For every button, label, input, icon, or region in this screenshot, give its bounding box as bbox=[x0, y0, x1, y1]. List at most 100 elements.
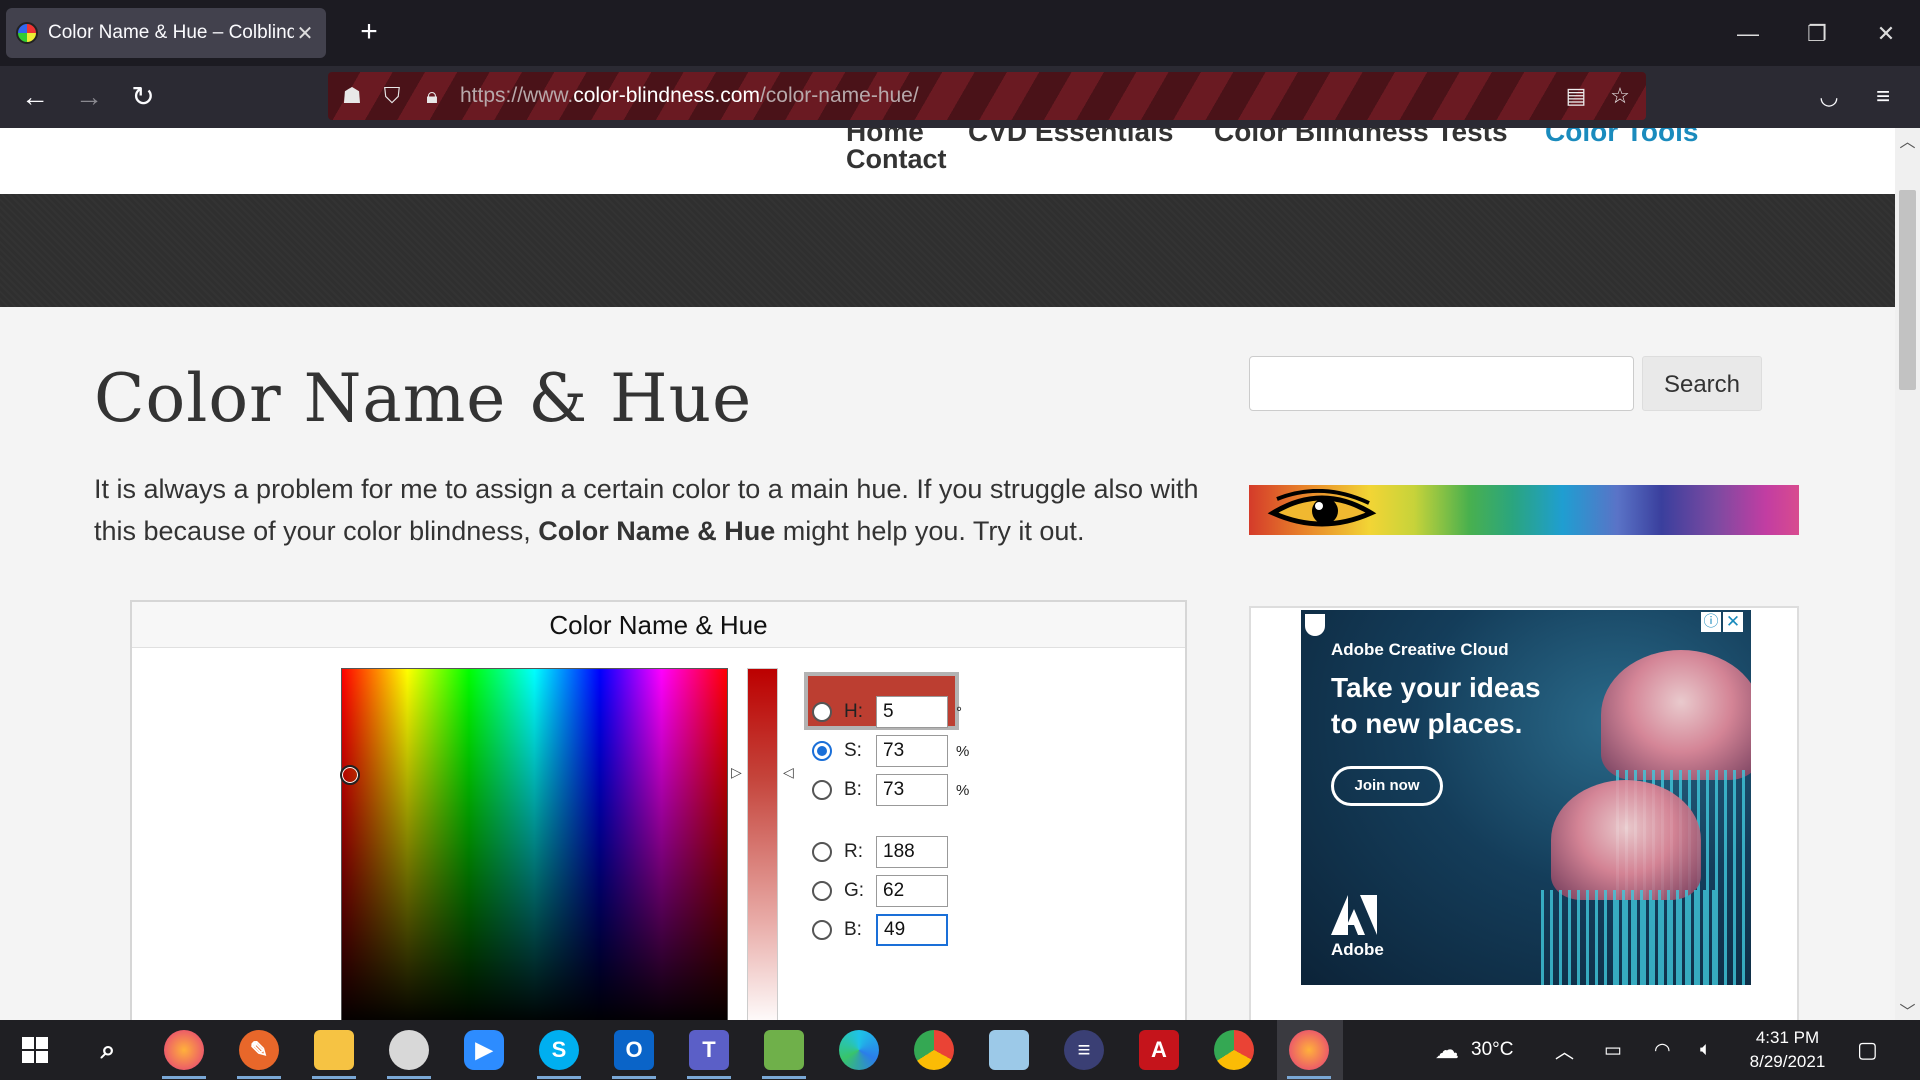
field-row-saturation: S: % bbox=[812, 735, 969, 767]
scroll-down-icon[interactable]: ﹀ bbox=[1895, 998, 1920, 1022]
radio-green[interactable] bbox=[812, 881, 832, 901]
ad-close-icon[interactable]: ✕ bbox=[1723, 612, 1743, 632]
clock[interactable]: 4:31 PM 8/29/2021 bbox=[1740, 1026, 1835, 1074]
firefox-icon[interactable] bbox=[1289, 1030, 1329, 1070]
bookmark-star-icon[interactable]: ☆ bbox=[1604, 80, 1636, 112]
ad-logo-text: Adobe bbox=[1331, 940, 1384, 959]
header-band bbox=[0, 194, 1895, 307]
outlook-icon[interactable]: O bbox=[614, 1030, 654, 1070]
show-hidden-icons-icon[interactable]: ︿ bbox=[1555, 1020, 1574, 1080]
radio-hue[interactable] bbox=[812, 702, 832, 722]
pocket-icon[interactable]: ◡ bbox=[1808, 76, 1850, 118]
adobe-logo-icon bbox=[1331, 895, 1377, 935]
adobe-ad[interactable]: ⓘ ✕ Adobe Creative Cloud Take your ideas… bbox=[1301, 610, 1751, 985]
scroll-up-icon[interactable]: ︿ bbox=[1895, 128, 1920, 152]
radio-red[interactable] bbox=[812, 842, 832, 862]
ad-join-button[interactable]: Join now bbox=[1331, 766, 1443, 806]
chrome-icon[interactable] bbox=[914, 1030, 954, 1070]
page-viewport: Home CVD Essentials Color Blindness Test… bbox=[0, 128, 1895, 1020]
image-editor-icon[interactable] bbox=[764, 1030, 804, 1070]
acrobat-icon[interactable]: A bbox=[1139, 1030, 1179, 1070]
search-icon[interactable]: ⌕ bbox=[88, 1030, 128, 1070]
ad-container: ⓘ ✕ Adobe Creative Cloud Take your ideas… bbox=[1249, 606, 1799, 1020]
saturation-brightness-area[interactable] bbox=[340, 668, 728, 1020]
nav-cvd-essentials[interactable]: CVD Essentials bbox=[968, 128, 1173, 148]
colblindor-banner[interactable] bbox=[1249, 485, 1799, 535]
field-label: G: bbox=[844, 880, 865, 901]
red-input[interactable] bbox=[876, 836, 948, 868]
nav-contact[interactable]: Contact bbox=[846, 144, 947, 175]
notes-icon[interactable] bbox=[989, 1030, 1029, 1070]
hue-input[interactable] bbox=[876, 696, 948, 728]
nav-color-tools[interactable]: Color Tools bbox=[1545, 128, 1698, 148]
nav-color-blindness-tests[interactable]: Color Blindness Tests bbox=[1214, 128, 1508, 148]
battery-icon[interactable]: ▭ bbox=[1604, 1020, 1622, 1080]
file-explorer-icon[interactable] bbox=[314, 1030, 354, 1070]
weather-widget[interactable]: ☁ 30°C bbox=[1435, 1020, 1513, 1080]
close-window-button[interactable]: ✕ bbox=[1866, 14, 1906, 54]
ad-choices-icon[interactable] bbox=[1305, 614, 1325, 636]
back-arrow-icon[interactable]: ← bbox=[14, 76, 56, 118]
green-input[interactable] bbox=[876, 875, 948, 907]
wifi-icon[interactable]: ◠ bbox=[1654, 1020, 1671, 1080]
page-title: Color Name & Hue bbox=[94, 360, 753, 437]
scroll-thumb[interactable] bbox=[1899, 190, 1916, 390]
search-button[interactable]: Search bbox=[1642, 356, 1762, 411]
minimize-button[interactable]: — bbox=[1728, 14, 1768, 54]
windows-taskbar: ⌕ ✎ ▶ S O T ≡ A ☁ 30°C ︿ ▭ ◠ 🔈︎ 4:31 PM … bbox=[0, 1020, 1920, 1080]
running-indicator bbox=[762, 1076, 806, 1079]
slider-arrow-left-icon[interactable]: ▷ bbox=[731, 764, 742, 781]
blue-input[interactable] bbox=[876, 914, 948, 946]
forward-arrow-icon[interactable]: → bbox=[68, 76, 110, 118]
reload-icon[interactable]: ↻ bbox=[122, 76, 164, 118]
field-row-blue: B: bbox=[812, 914, 948, 946]
slider-arrow-right-icon[interactable]: ◁ bbox=[783, 764, 794, 781]
tracking-protection-icon[interactable]: ☗ bbox=[332, 83, 372, 109]
saturation-input[interactable] bbox=[876, 735, 948, 767]
zoom-icon[interactable]: ▶ bbox=[464, 1030, 504, 1070]
address-bar[interactable]: ☗ ⛉ 🔒︎ https://www.color-blindness.com/c… bbox=[328, 72, 1646, 120]
running-indicator bbox=[612, 1076, 656, 1079]
restore-button[interactable]: ❐ bbox=[1797, 14, 1837, 54]
cloud-icon: ☁ bbox=[1435, 1036, 1459, 1064]
paint-icon[interactable] bbox=[389, 1030, 429, 1070]
field-label: B: bbox=[844, 919, 862, 940]
clock-date: 8/29/2021 bbox=[1749, 1052, 1826, 1071]
close-tab-icon[interactable]: ✕ bbox=[294, 21, 316, 46]
ad-headline: Take your ideas to new places. bbox=[1331, 672, 1541, 739]
edge-icon[interactable] bbox=[839, 1030, 879, 1070]
lock-icon[interactable]: 🔒︎ bbox=[412, 83, 452, 109]
search-input[interactable] bbox=[1249, 356, 1634, 411]
site-navigation: Home CVD Essentials Color Blindness Test… bbox=[0, 128, 1895, 194]
field-row-brightness: B: % bbox=[812, 774, 969, 806]
brightness-input[interactable] bbox=[876, 774, 948, 806]
skype-icon[interactable]: S bbox=[539, 1030, 579, 1070]
field-row-hue: H: ° bbox=[812, 696, 962, 728]
eclipse-icon[interactable]: ≡ bbox=[1064, 1030, 1104, 1070]
ad-info-icon[interactable]: ⓘ bbox=[1701, 612, 1721, 632]
radio-blue[interactable] bbox=[812, 920, 832, 940]
hamburger-menu-icon[interactable]: ≡ bbox=[1862, 76, 1904, 118]
shield-icon[interactable]: ⛉ bbox=[372, 83, 412, 109]
weather-temp: 30°C bbox=[1471, 1039, 1514, 1060]
color-cursor[interactable] bbox=[340, 765, 360, 785]
field-label: R: bbox=[844, 841, 863, 862]
running-indicator bbox=[387, 1076, 431, 1079]
windows-start-icon[interactable] bbox=[15, 1030, 55, 1070]
volume-icon[interactable]: 🔈︎ bbox=[1700, 1020, 1711, 1080]
radio-brightness[interactable] bbox=[812, 780, 832, 800]
page-scrollbar[interactable]: ︿ ﹀ bbox=[1895, 128, 1920, 1022]
teams-icon[interactable]: T bbox=[689, 1030, 729, 1070]
color-slider[interactable] bbox=[747, 668, 778, 1020]
radio-saturation[interactable] bbox=[812, 741, 832, 761]
field-row-red: R: bbox=[812, 836, 948, 868]
jellyfish-image bbox=[1601, 650, 1751, 780]
notifications-icon[interactable]: ▢ bbox=[1857, 1020, 1878, 1080]
new-tab-button[interactable]: + bbox=[352, 16, 386, 50]
chrome-icon[interactable] bbox=[1214, 1030, 1254, 1070]
reader-view-icon[interactable]: ▤ bbox=[1560, 80, 1592, 112]
firefox-icon[interactable] bbox=[164, 1030, 204, 1070]
browser-tab[interactable]: Color Name & Hue – Colblindor ✕ bbox=[6, 8, 326, 58]
url-text[interactable]: https://www.color-blindness.com/color-na… bbox=[460, 84, 919, 108]
sketch-app-icon[interactable]: ✎ bbox=[239, 1030, 279, 1070]
